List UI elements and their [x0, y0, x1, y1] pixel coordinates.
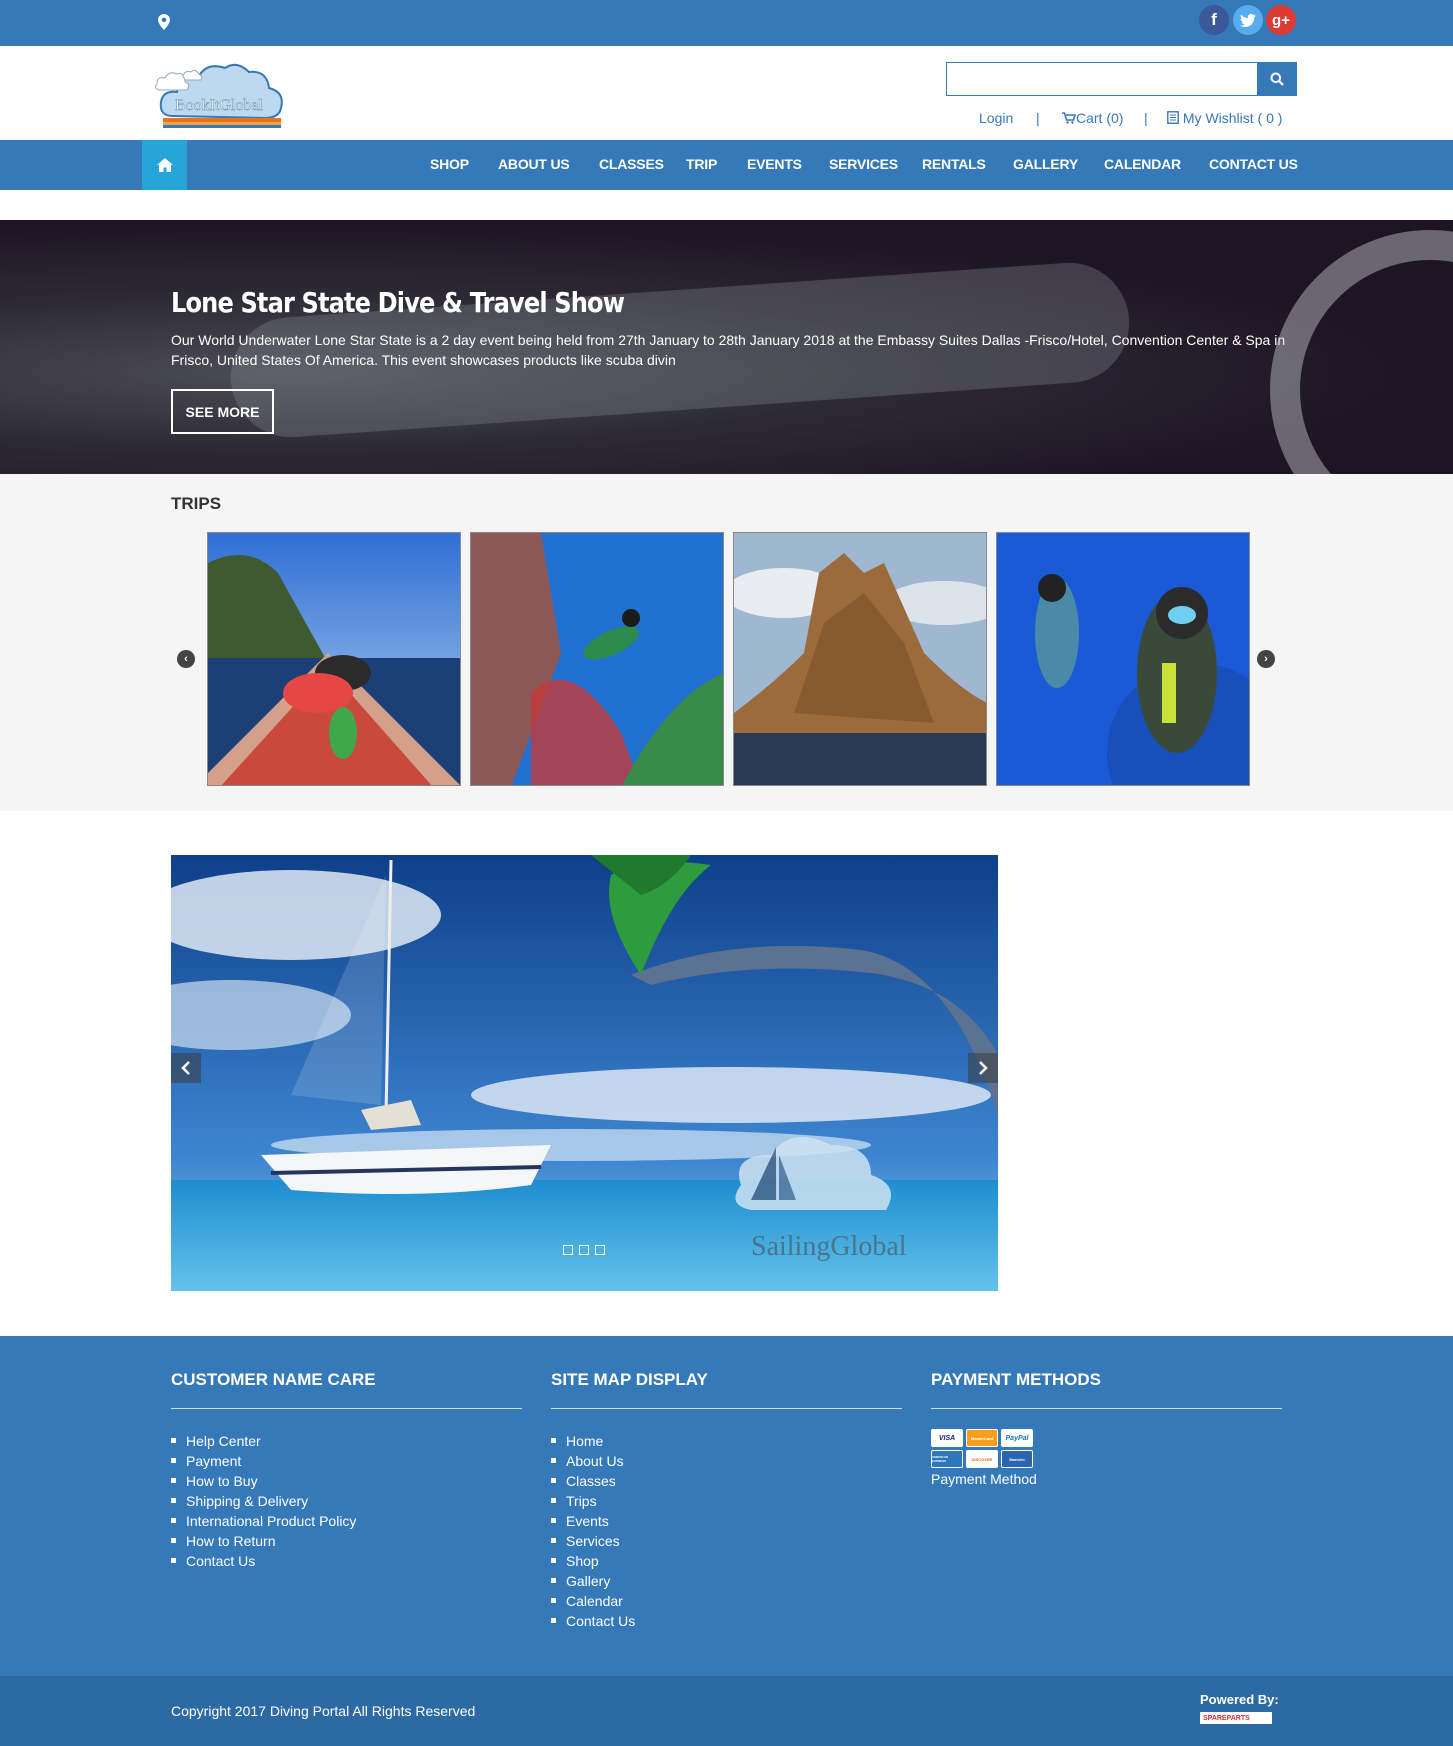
top-bar: f g+: [0, 0, 1453, 46]
nav-about-us[interactable]: ABOUT US: [498, 156, 570, 172]
trip-card-reef[interactable]: [470, 532, 724, 786]
trips-prev-arrow[interactable]: ‹: [177, 650, 195, 668]
footer-bottom-bar: Copyright 2017 Diving Portal All Rights …: [0, 1676, 1453, 1746]
wishlist-link[interactable]: My Wishlist ( 0 ): [1167, 110, 1282, 126]
footer-link[interactable]: Contact Us: [171, 1551, 522, 1571]
trips-heading: TRIPS: [171, 494, 222, 513]
nav-services[interactable]: SERVICES: [829, 156, 898, 172]
footer-link[interactable]: Classes: [551, 1471, 902, 1491]
cart-label: Cart (0): [1076, 110, 1124, 126]
trip-image: [997, 533, 1249, 785]
footer-link[interactable]: About Us: [551, 1451, 902, 1471]
footer-payment-methods: PAYMENT METHODS VISA MasterCard PayPal A…: [931, 1370, 1282, 1487]
wishlist-label: My Wishlist ( 0 ): [1182, 110, 1283, 126]
nav-rentals[interactable]: RENTALS: [922, 156, 986, 172]
paypal-icon: PayPal: [1001, 1429, 1033, 1447]
twitter-icon[interactable]: [1233, 5, 1263, 35]
home-button[interactable]: [142, 140, 187, 190]
mastercard-icon: MasterCard: [966, 1429, 998, 1447]
spareparts-logo[interactable]: SPAREPARTS: [1200, 1712, 1272, 1724]
footer-link[interactable]: Calendar: [551, 1591, 902, 1611]
search-input[interactable]: [946, 62, 1257, 96]
search-icon: [1270, 72, 1284, 86]
separator: |: [1144, 110, 1148, 126]
chevron-right-icon: [979, 1061, 988, 1075]
footer-heading: PAYMENT METHODS: [931, 1370, 1282, 1409]
trips-section: TRIPS ‹ ›: [0, 474, 1453, 811]
slider-dot[interactable]: [595, 1245, 605, 1255]
visa-card-icon: VISA: [931, 1429, 963, 1447]
footer-site-map: SITE MAP DISPLAY Home About Us Classes T…: [551, 1370, 902, 1631]
facebook-icon[interactable]: f: [1199, 5, 1229, 35]
footer-link[interactable]: Events: [551, 1511, 902, 1531]
footer-link[interactable]: Shop: [551, 1551, 902, 1571]
trip-card-rock[interactable]: [733, 532, 987, 786]
trip-image: [208, 533, 460, 785]
footer-link[interactable]: Trips: [551, 1491, 902, 1511]
trip-image: [734, 533, 986, 785]
footer-link[interactable]: Gallery: [551, 1571, 902, 1591]
see-more-button[interactable]: SEE MORE: [171, 389, 274, 434]
nav-calendar[interactable]: CALENDAR: [1104, 156, 1181, 172]
cart-link[interactable]: Cart (0): [1062, 110, 1123, 126]
nav-contact-us[interactable]: CONTACT US: [1209, 156, 1298, 172]
footer-customer-care: CUSTOMER NAME CARE Help Center Payment H…: [171, 1370, 522, 1571]
footer-link[interactable]: International Product Policy: [171, 1511, 522, 1531]
hero-description: Our World Underwater Lone Star State is …: [171, 332, 1286, 368]
trips-next-arrow[interactable]: ›: [1257, 650, 1275, 668]
footer-link[interactable]: Contact Us: [551, 1611, 902, 1631]
payment-method-label: Payment Method: [931, 1471, 1037, 1487]
site-header: BookItGlobal Login | Cart (0) | My Wishl…: [0, 46, 1453, 140]
slider-image: SailingGlobal: [171, 855, 998, 1291]
image-slider: SailingGlobal: [171, 855, 998, 1291]
footer-link[interactable]: Shipping & Delivery: [171, 1491, 522, 1511]
hero-title: Lone Star State Dive & Travel Show: [171, 286, 625, 319]
trip-card-divers[interactable]: [996, 532, 1250, 786]
slider-dot[interactable]: [579, 1245, 589, 1255]
bookitglobal-logo[interactable]: BookItGlobal: [155, 54, 285, 134]
footer-link[interactable]: Services: [551, 1531, 902, 1551]
payment-cards: VISA MasterCard PayPal AMERICAN EXPRESS …: [931, 1429, 1282, 1468]
login-link[interactable]: Login: [979, 110, 1013, 126]
slider-next-button[interactable]: [968, 1053, 998, 1083]
footer-heading: CUSTOMER NAME CARE: [171, 1370, 522, 1409]
copyright-text: Copyright 2017 Diving Portal All Rights …: [171, 1703, 476, 1719]
maestro-icon: Maestro: [1001, 1450, 1033, 1468]
powered-by-label: Powered By:: [1200, 1692, 1279, 1707]
main-nav: SHOP ABOUT US CLASSES TRIP EVENTS SERVIC…: [0, 140, 1453, 190]
footer-heading: SITE MAP DISPLAY: [551, 1370, 902, 1409]
footer-link[interactable]: Home: [551, 1431, 902, 1451]
footer-link[interactable]: How to Return: [171, 1531, 522, 1551]
footer-link[interactable]: Help Center: [171, 1431, 522, 1451]
logo-text: BookItGlobal: [175, 97, 264, 114]
amex-icon: AMERICAN EXPRESS: [931, 1450, 963, 1468]
discover-icon: DISCOVER: [966, 1450, 998, 1468]
chevron-left-icon: [181, 1061, 190, 1075]
trip-card-boat[interactable]: [207, 532, 461, 786]
list-icon: [1167, 111, 1179, 124]
nav-shop[interactable]: SHOP: [430, 156, 469, 172]
site-footer: CUSTOMER NAME CARE Help Center Payment H…: [0, 1336, 1453, 1676]
footer-link[interactable]: How to Buy: [171, 1471, 522, 1491]
slider-dots: [563, 1245, 605, 1255]
footer-link[interactable]: Payment: [171, 1451, 522, 1471]
trip-image: [471, 533, 723, 785]
map-marker-icon[interactable]: [158, 14, 170, 30]
nav-trip[interactable]: TRIP: [686, 156, 717, 172]
cart-icon: [1062, 112, 1077, 124]
slider-prev-button[interactable]: [171, 1053, 201, 1083]
google-plus-icon[interactable]: g+: [1266, 5, 1296, 35]
hero-banner: Lone Star State Dive & Travel Show Our W…: [0, 220, 1453, 474]
search-button[interactable]: [1257, 62, 1297, 96]
nav-gallery[interactable]: GALLERY: [1013, 156, 1078, 172]
nav-classes[interactable]: CLASSES: [599, 156, 664, 172]
home-icon: [156, 158, 173, 172]
slider-dot[interactable]: [563, 1245, 573, 1255]
watermark-text: SailingGlobal: [751, 1231, 907, 1262]
nav-events[interactable]: EVENTS: [747, 156, 802, 172]
separator: |: [1036, 110, 1040, 126]
